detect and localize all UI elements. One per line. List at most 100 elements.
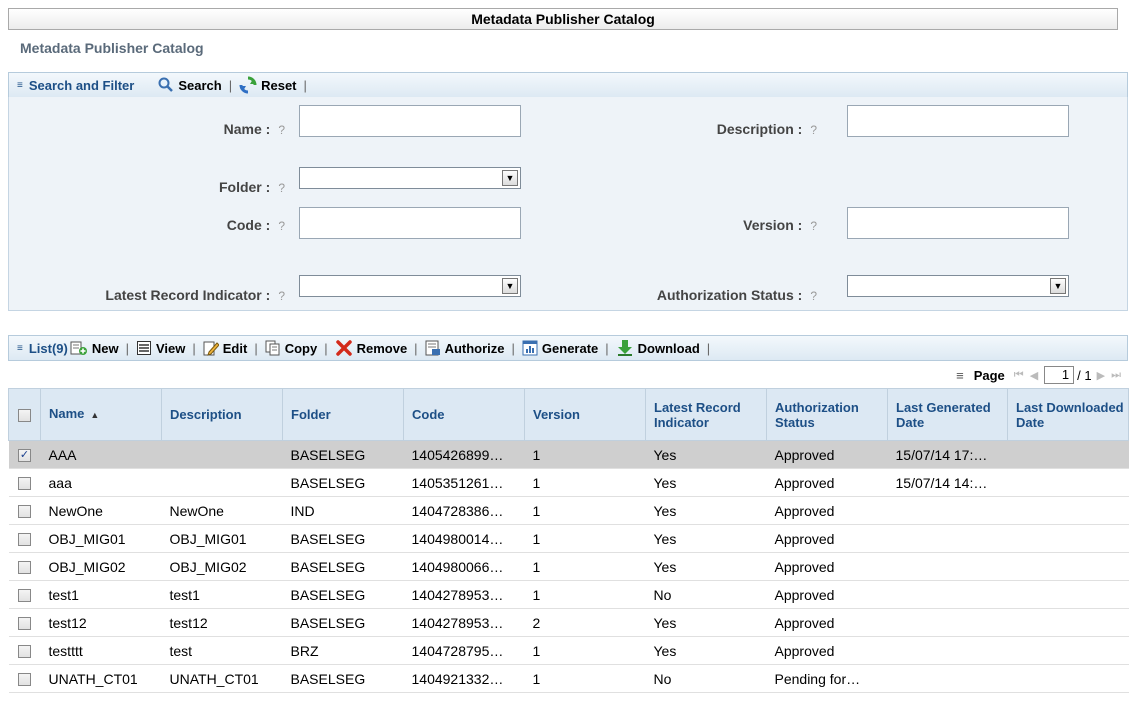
row-select-cell [8, 608, 41, 637]
name-input[interactable] [299, 105, 521, 137]
generate-button[interactable]: Generate [522, 340, 598, 356]
cell-version: 1 [524, 496, 646, 525]
table-row[interactable]: test1 test1 BASELSEG 1404278953… 1 No Approved [8, 580, 1129, 609]
last-page-icon[interactable]: ⏭ [1111, 369, 1121, 382]
table-row[interactable]: test12 test12 BASELSEG 1404278953… 2 Yes Appro… [8, 608, 1129, 637]
edit-button[interactable]: Edit [203, 340, 247, 356]
reset-button[interactable]: Reset [239, 76, 297, 94]
copy-button[interactable]: Copy [265, 340, 317, 356]
row-checkbox[interactable] [18, 477, 31, 491]
cell-version: 1 [524, 580, 646, 609]
cell-folder: BRZ [282, 636, 404, 665]
chevron-down-icon[interactable]: ▼ [502, 170, 518, 186]
row-checkbox[interactable] [18, 561, 31, 575]
next-page-icon[interactable]: ▶ [1097, 369, 1105, 382]
prev-page-icon[interactable]: ◀ [1030, 369, 1038, 382]
list-header[interactable]: List(9) [29, 341, 68, 356]
code-label: Code :? [226, 217, 285, 233]
column-header-latest-record[interactable]: Latest Record Indicator [645, 388, 767, 441]
cell-last-downloaded [1007, 496, 1129, 525]
latest-record-label: Latest Record Indicator :? [105, 287, 285, 303]
download-button[interactable]: Download [616, 339, 700, 357]
column-header-last-generated[interactable]: Last Generated Date [887, 388, 1008, 441]
cell-version: 2 [524, 608, 646, 637]
row-checkbox[interactable] [18, 589, 31, 603]
remove-button-label: Remove [356, 340, 408, 356]
cell-folder: BASELSEG [282, 552, 404, 581]
table-row[interactable]: ✓ AAA BASELSEG 1405426899… 1 Yes Approved 15/07… [8, 440, 1129, 469]
authorization-status-select[interactable]: ▼ [847, 275, 1069, 297]
version-input[interactable] [847, 207, 1069, 239]
help-icon[interactable]: ? [278, 219, 285, 233]
row-checkbox[interactable] [18, 673, 31, 687]
row-checkbox[interactable] [18, 533, 31, 547]
cell-authorization-status: Approved [766, 496, 888, 525]
table-row[interactable]: aaa BASELSEG 1405351261… 1 Yes Approved 15/07/… [8, 468, 1129, 497]
latest-record-select[interactable]: ▼ [299, 275, 521, 297]
help-icon[interactable]: ? [278, 123, 285, 137]
row-checkbox[interactable] [18, 617, 31, 631]
select-all-cell [8, 388, 41, 441]
new-button[interactable]: New [70, 340, 119, 356]
help-icon[interactable]: ? [278, 289, 285, 303]
table-row[interactable]: NewOne NewOne IND 1404728386… 1 Yes Approved [8, 496, 1129, 525]
cell-folder: IND [282, 496, 404, 525]
table-row[interactable]: OBJ_MIG01 OBJ_MIG01 BASELSEG 1404980014… 1 Ye… [8, 524, 1129, 553]
cell-last-generated [887, 664, 1008, 693]
cell-description: test [161, 636, 283, 665]
cell-latest-record: Yes [645, 440, 767, 469]
pagination: ≡ Page ⏮ ◀ 1 / 1 ▶ ⏭ [956, 365, 1124, 385]
collapse-chevron-icon[interactable]: ≡ [17, 80, 23, 91]
collapse-chevron-icon[interactable]: ≡ [17, 343, 23, 354]
authorization-status-label: Authorization Status :? [656, 287, 817, 303]
cell-latest-record: Yes [645, 552, 767, 581]
chevron-down-icon[interactable]: ▼ [502, 278, 518, 294]
remove-button[interactable]: Remove [335, 339, 408, 357]
authorize-button[interactable]: Authorize [425, 340, 505, 356]
cell-code: 1404728795… [403, 636, 525, 665]
column-header-description[interactable]: Description [161, 388, 283, 441]
cell-description: test12 [161, 608, 283, 637]
table-row[interactable]: UNATH_CT01 UNATH_CT01 BASELSEG 1404921332… 1… [8, 664, 1129, 693]
cell-last-downloaded [1007, 580, 1129, 609]
generate-icon [522, 340, 538, 356]
help-icon[interactable]: ? [810, 219, 817, 233]
reset-button-label: Reset [261, 77, 297, 93]
column-header-folder[interactable]: Folder [282, 388, 404, 441]
search-filter-header[interactable]: Search and Filter [29, 78, 134, 93]
cell-last-downloaded [1007, 664, 1129, 693]
view-button[interactable]: View [136, 340, 185, 356]
column-header-version[interactable]: Version [524, 388, 646, 441]
help-icon[interactable]: ? [810, 289, 817, 303]
column-header-last-downloaded[interactable]: Last Downloaded Date [1007, 388, 1129, 441]
description-input[interactable] [847, 105, 1069, 137]
column-header-authorization-status[interactable]: Authorization Status [766, 388, 888, 441]
first-page-icon[interactable]: ⏮ [1014, 369, 1024, 382]
cell-description: test1 [161, 580, 283, 609]
help-icon[interactable]: ? [278, 181, 285, 195]
column-chooser-icon[interactable]: ≡ [956, 368, 964, 383]
cell-latest-record: No [645, 664, 767, 693]
cell-last-downloaded [1007, 636, 1129, 665]
page-number-input[interactable]: 1 [1044, 366, 1075, 384]
cell-name: test1 [40, 580, 162, 609]
row-select-cell [8, 636, 41, 665]
chevron-down-icon[interactable]: ▼ [1050, 278, 1066, 294]
cell-description: UNATH_CT01 [161, 664, 283, 693]
cell-last-generated [887, 608, 1008, 637]
column-header-code[interactable]: Code [403, 388, 525, 441]
column-header-name[interactable]: Name ▲ [40, 388, 162, 441]
row-checkbox[interactable] [18, 645, 31, 659]
cell-last-generated [887, 552, 1008, 581]
cell-name: OBJ_MIG02 [40, 552, 162, 581]
help-icon[interactable]: ? [810, 123, 817, 137]
table-row[interactable]: testttt test BRZ 1404728795… 1 Yes Approved [8, 636, 1129, 665]
authorize-button-label: Authorize [444, 340, 505, 356]
folder-select[interactable]: ▼ [299, 167, 521, 189]
table-row[interactable]: OBJ_MIG02 OBJ_MIG02 BASELSEG 1404980066… 1 Ye… [8, 552, 1129, 581]
row-checkbox[interactable] [18, 505, 31, 519]
code-input[interactable] [299, 207, 521, 239]
search-button[interactable]: Search [158, 77, 222, 93]
select-all-checkbox[interactable] [18, 409, 31, 423]
row-checkbox[interactable]: ✓ [18, 449, 31, 463]
